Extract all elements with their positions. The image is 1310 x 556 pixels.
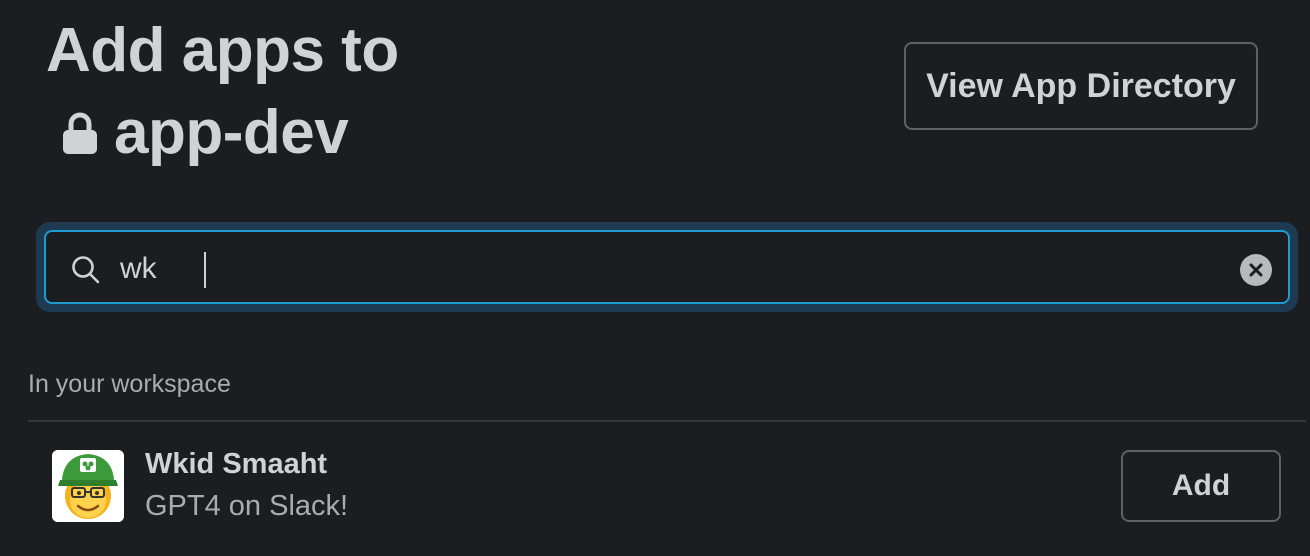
app-avatar <box>52 450 124 522</box>
section-label-in-workspace: In your workspace <box>28 370 231 398</box>
lock-icon <box>63 112 97 154</box>
app-name: Wkid Smaaht <box>145 448 328 480</box>
search-field[interactable] <box>44 230 1290 304</box>
view-app-directory-button[interactable]: View App Directory <box>904 42 1258 130</box>
channel-name: app-dev <box>114 98 349 167</box>
add-app-button[interactable]: Add <box>1121 450 1281 522</box>
text-cursor <box>204 252 206 288</box>
page-title: Add apps to app-dev <box>46 10 399 174</box>
close-icon <box>1249 263 1263 277</box>
clear-search-button[interactable] <box>1240 254 1272 286</box>
bot-avatar-icon <box>52 450 124 522</box>
section-divider <box>28 420 1306 422</box>
add-apps-dialog: Add apps to app-dev View App Directory w… <box>0 0 1310 556</box>
app-list-item[interactable]: Wkid Smaaht GPT4 on Slack! Add <box>28 442 1282 532</box>
channel-title: app-dev <box>46 92 399 174</box>
search-field-focus-ring <box>36 222 1298 312</box>
search-icon <box>72 256 100 284</box>
title-text: Add apps to <box>46 16 399 85</box>
app-description: GPT4 on Slack! <box>145 490 349 522</box>
search-input[interactable] <box>120 242 1220 296</box>
